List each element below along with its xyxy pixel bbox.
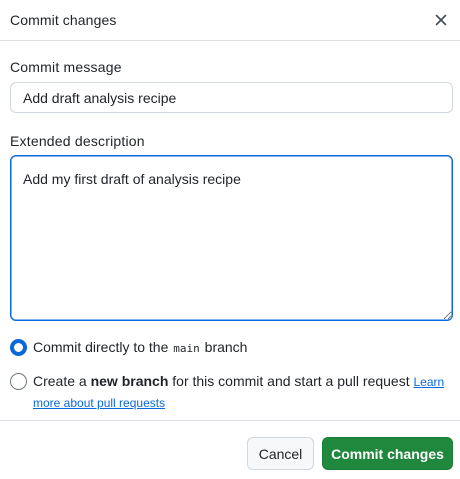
new-branch-text: Create a new branch for this commit and … bbox=[33, 371, 453, 413]
new-branch-wrap: Create a new branch for this commit and … bbox=[33, 371, 453, 413]
new-branch-suffix: for this commit and start a pull request bbox=[168, 373, 414, 389]
cancel-button[interactable]: Cancel bbox=[247, 437, 314, 470]
commit-direct-radio[interactable] bbox=[10, 339, 27, 356]
commit-direct-text: Commit directly to the main branch bbox=[33, 337, 247, 359]
extended-description-textarea[interactable]: Add my first draft of analysis recipe bbox=[10, 155, 453, 321]
commit-message-input[interactable] bbox=[10, 82, 453, 113]
close-icon-glyph bbox=[435, 14, 447, 26]
dialog-body: Commit message Extended description Add … bbox=[0, 59, 460, 413]
new-branch-prefix: Create a bbox=[33, 373, 91, 389]
extended-description-label: Extended description bbox=[10, 133, 145, 149]
dialog-footer: Cancel Commit changes bbox=[0, 420, 460, 479]
dialog-header: Commit changes bbox=[0, 0, 460, 41]
dialog-title: Commit changes bbox=[10, 12, 117, 28]
commit-changes-button[interactable]: Commit changes bbox=[322, 437, 453, 470]
commit-message-label: Commit message bbox=[10, 59, 122, 75]
extended-description-wrap: Add my first draft of analysis recipe bbox=[10, 155, 453, 321]
commit-dialog: Commit changes Commit message Extended d… bbox=[0, 0, 460, 479]
commit-direct-option[interactable]: Commit directly to the main branch bbox=[10, 339, 450, 359]
new-branch-bold: new branch bbox=[90, 373, 169, 389]
new-branch-radio[interactable] bbox=[10, 373, 27, 390]
close-icon[interactable] bbox=[430, 9, 452, 31]
commit-direct-prefix: Commit directly to the bbox=[33, 339, 173, 355]
commit-direct-suffix: branch bbox=[200, 339, 248, 355]
branch-name: main bbox=[173, 342, 200, 355]
new-branch-option[interactable]: Create a new branch for this commit and … bbox=[10, 373, 450, 413]
